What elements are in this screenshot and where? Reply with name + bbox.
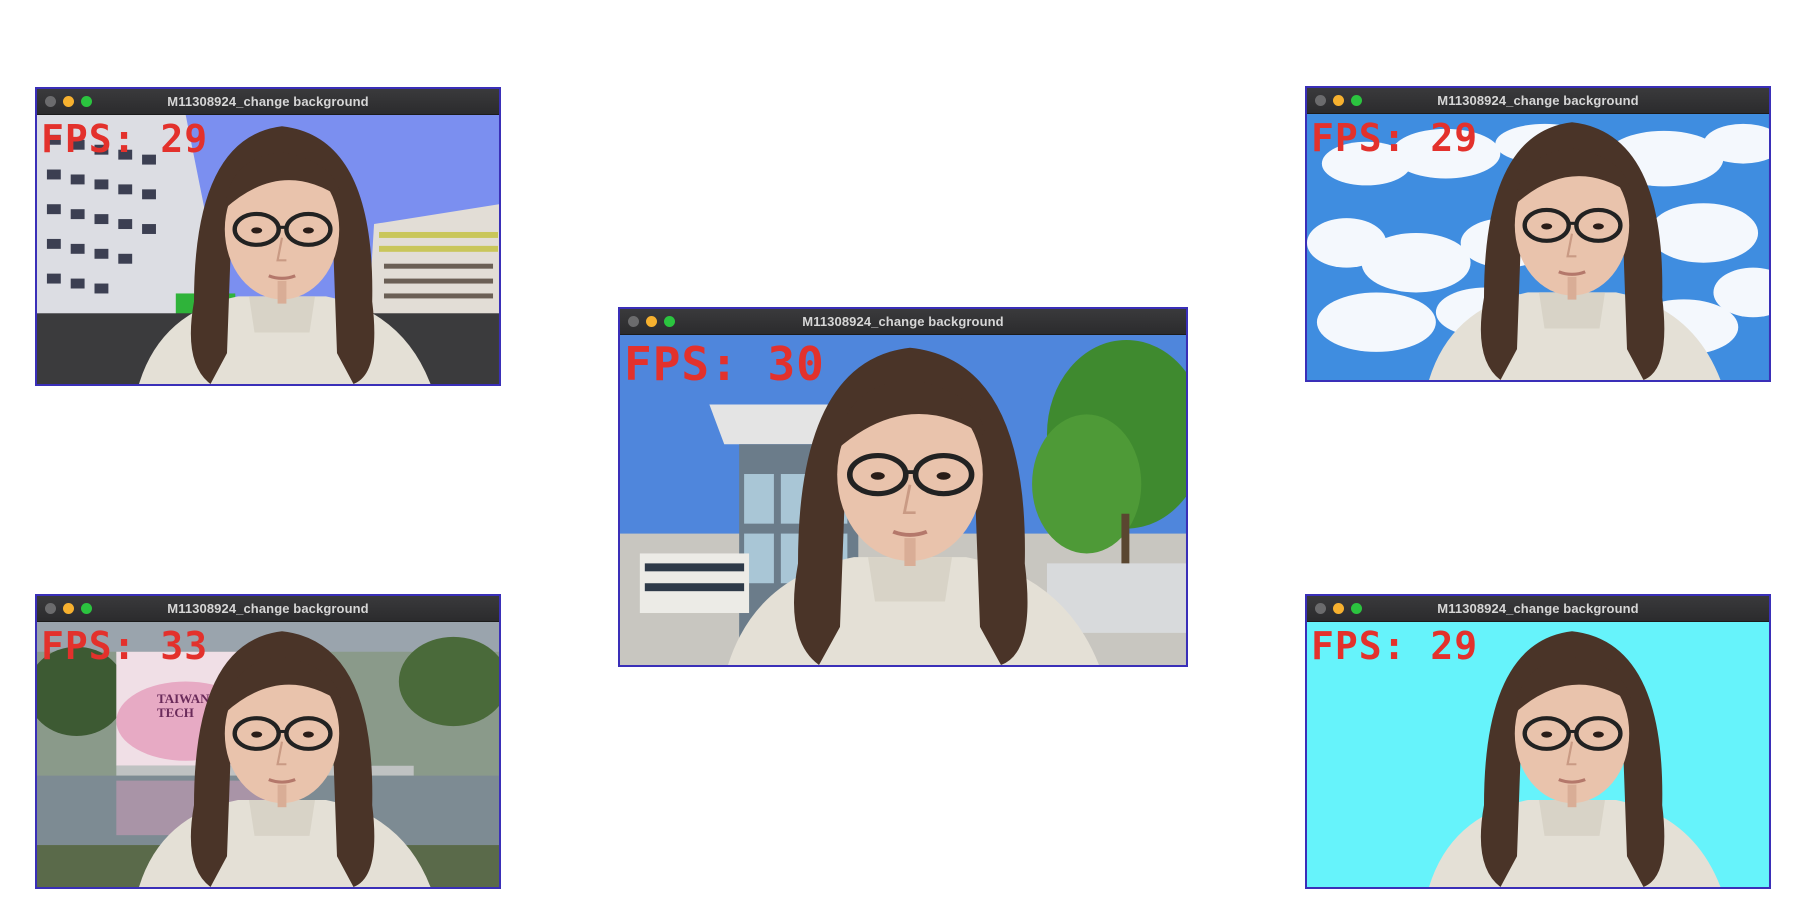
window-title: M11308924_change background [167,94,369,109]
fps-counter: FPS: 29 [1311,624,1479,668]
window-titlebar[interactable]: M11308924_change background [37,596,499,622]
fps-counter: FPS: 33 [41,624,209,668]
camera-window-top-left[interactable]: M11308924_change background FPS: 29 [35,87,501,386]
fps-counter: FPS: 29 [41,117,209,161]
camera-window-top-right[interactable]: M11308924_change background FPS: 29 [1305,86,1771,382]
fps-counter: FPS: 29 [1311,116,1479,160]
window-title: M11308924_change background [1437,93,1639,108]
video-frame: FPS: 29 [37,115,499,384]
video-frame: FPS: 29 [1307,114,1769,380]
video-frame: FPS: 30 [620,335,1186,665]
video-frame: FPS: 29 [1307,622,1769,887]
fps-counter: FPS: 30 [624,337,825,391]
window-title: M11308924_change background [802,314,1004,329]
camera-window-center[interactable]: M11308924_change background FPS: 30 [618,307,1188,667]
window-titlebar[interactable]: M11308924_change background [620,309,1186,335]
video-frame: TAIWAN TECH FPS: 33 [37,622,499,887]
window-title: M11308924_change background [167,601,369,616]
window-titlebar[interactable]: M11308924_change background [37,89,499,115]
window-titlebar[interactable]: M11308924_change background [1307,88,1769,114]
camera-window-bottom-left[interactable]: M11308924_change background TAIWAN TECH [35,594,501,889]
camera-window-bottom-right[interactable]: M11308924_change background FPS: 29 [1305,594,1771,889]
window-title: M11308924_change background [1437,601,1639,616]
window-titlebar[interactable]: M11308924_change background [1307,596,1769,622]
